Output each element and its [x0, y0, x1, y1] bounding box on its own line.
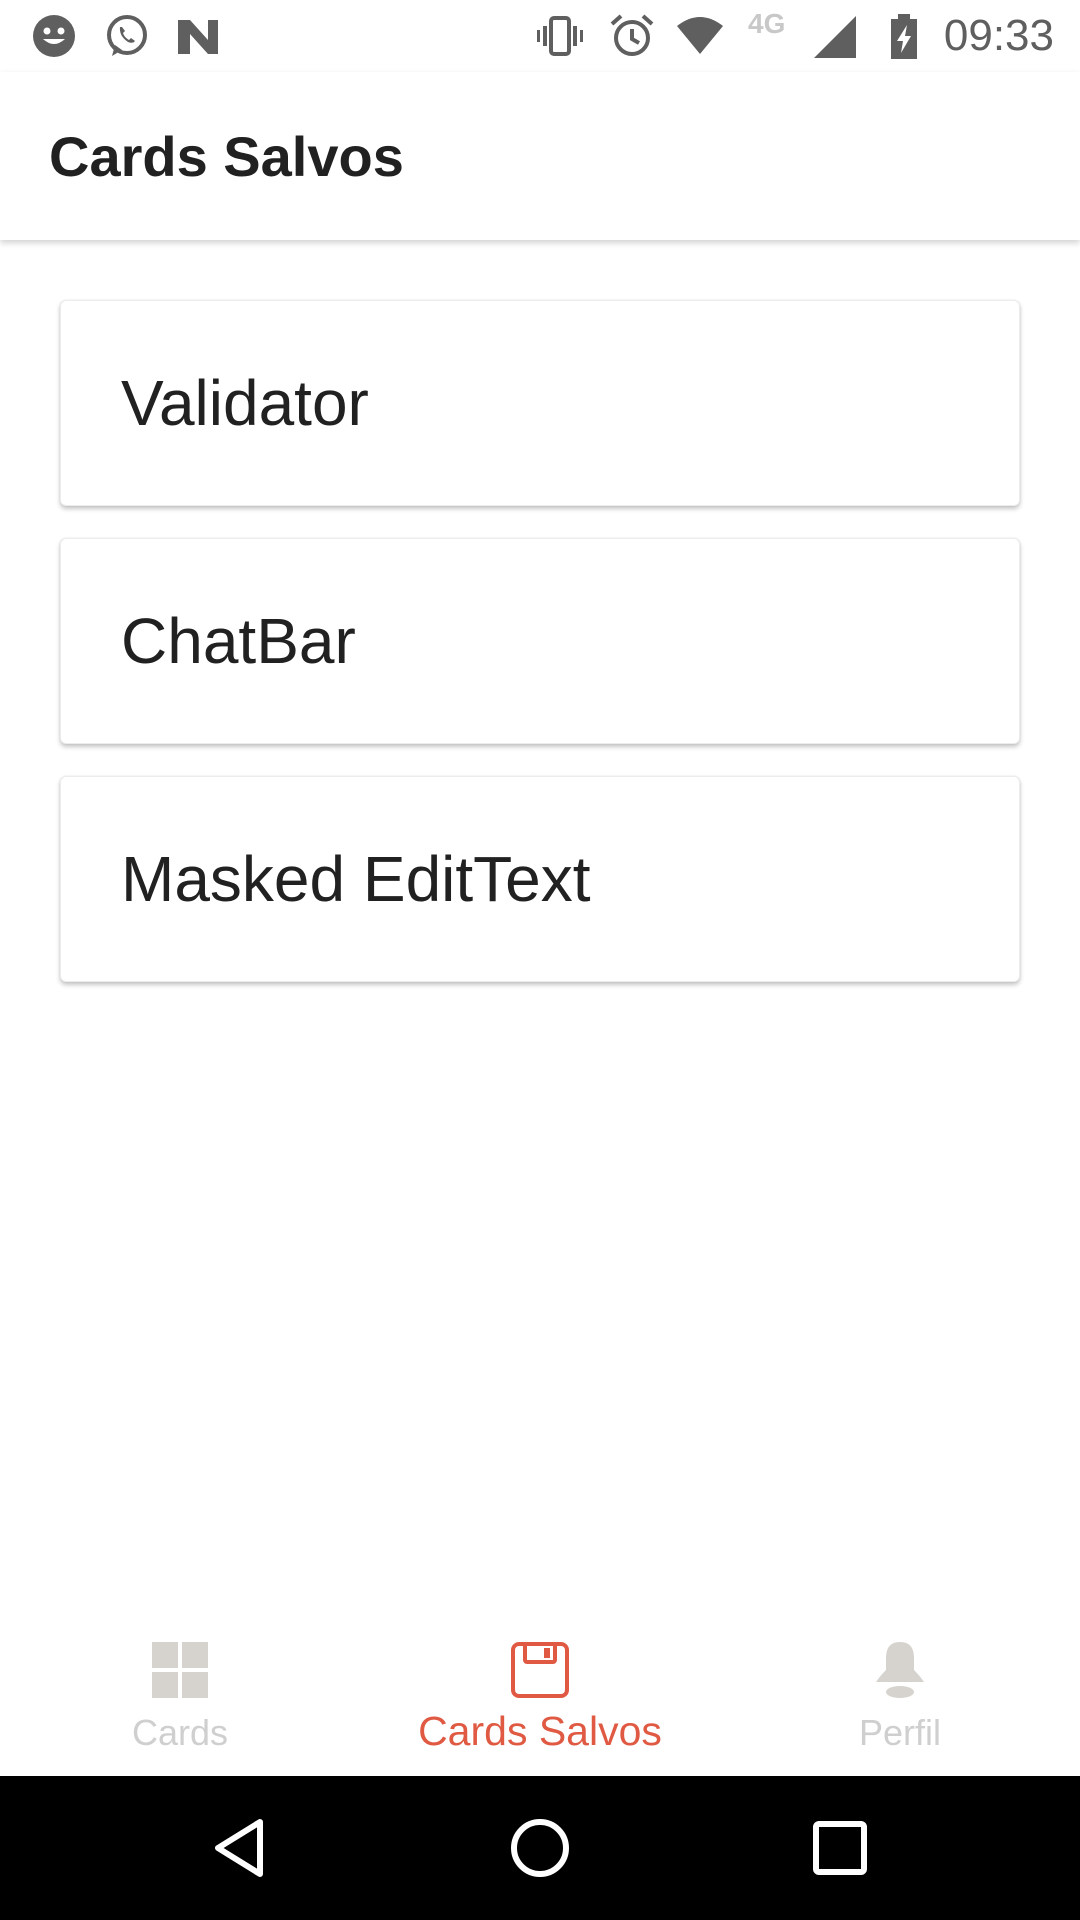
status-bar: 4G 09:33 [0, 0, 1080, 72]
signal-icon [814, 16, 856, 58]
wifi-icon [677, 17, 723, 54]
emoji-icon [33, 15, 75, 57]
app-bar: Cards Salvos [0, 72, 1080, 240]
save-icon [511, 1642, 569, 1698]
grid-icon [152, 1642, 208, 1698]
card-title: Validator [121, 367, 369, 439]
back-icon[interactable] [204, 1812, 276, 1884]
bottom-navigation: Cards Cards Salvos Perfil [0, 1608, 1080, 1776]
status-time: 09:33 [943, 11, 1054, 60]
card-title: ChatBar [121, 605, 356, 677]
nav-label-cards-salvos: Cards Salvos [418, 1708, 662, 1754]
vibrate-icon [537, 16, 583, 56]
nav-item-perfil[interactable]: Perfil [720, 1608, 1080, 1776]
saved-cards-list: Validator ChatBar Masked EditText [60, 300, 1020, 1014]
battery-charging-icon [891, 14, 917, 59]
card-validator[interactable]: Validator [60, 300, 1020, 506]
network-type-label: 4G [748, 8, 786, 39]
n-app-icon [178, 20, 218, 54]
whatsapp-icon [107, 15, 147, 56]
card-masked-edittext[interactable]: Masked EditText [60, 776, 1020, 982]
system-navigation-bar [0, 1776, 1080, 1920]
nav-item-cards[interactable]: Cards [0, 1608, 360, 1776]
alarm-icon [610, 14, 654, 56]
nav-item-cards-salvos[interactable]: Cards Salvos [360, 1608, 720, 1776]
nav-label-perfil: Perfil [858, 1712, 942, 1753]
recents-icon[interactable] [804, 1812, 876, 1884]
person-icon [876, 1642, 924, 1698]
page-title: Cards Salvos [49, 125, 404, 188]
card-title: Masked EditText [121, 843, 591, 915]
nav-label-cards: Cards [131, 1712, 229, 1753]
home-icon[interactable] [504, 1812, 576, 1884]
card-chatbar[interactable]: ChatBar [60, 538, 1020, 744]
